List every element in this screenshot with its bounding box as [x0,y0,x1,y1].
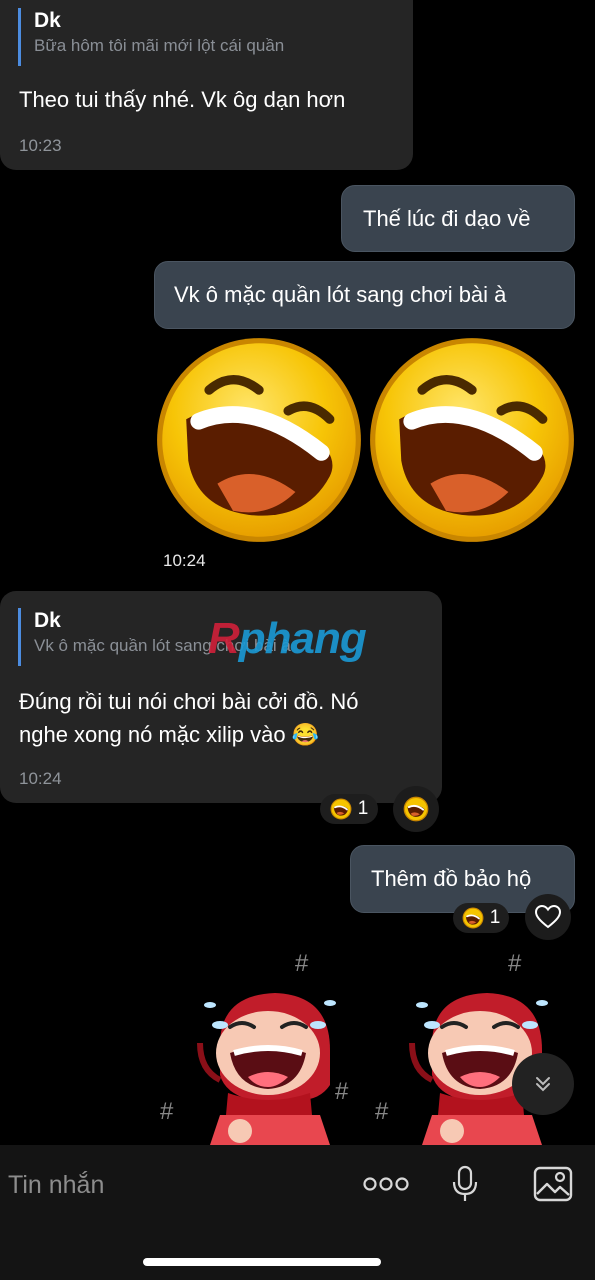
heart-react-button[interactable] [525,894,571,940]
laughing-emoji-icon [330,798,352,820]
message-text: Thế lúc đi dạo về [363,205,531,231]
message-text: Vk ô mặc quần lót sang chơi bài à [174,282,507,307]
message-time: 10:24 [19,769,62,788]
laughing-emoji-icon [368,336,576,544]
home-indicator [143,1258,381,1266]
heart-icon [535,905,561,929]
hash-doodle: # [160,1098,174,1125]
laughing-girl-sticker [180,975,360,1145]
add-reaction-button[interactable] [393,786,439,832]
chevron-double-down-icon [536,1077,550,1092]
reply-quote-text: Bữa hôm tôi mãi mới lột cái quần [34,36,285,55]
sticker-message[interactable]: # # # # # [160,950,580,1145]
laughing-emoji-icon [155,336,363,544]
watermark-logo: Rphang [208,614,367,663]
microphone-icon[interactable] [452,1165,478,1203]
message-bubble-outgoing[interactable]: Vk ô mặc quần lót sang chơi bài à [154,261,575,329]
more-dots-icon[interactable] [363,1176,409,1192]
message-bubble-outgoing[interactable]: Thế lúc đi dạo về [341,185,575,252]
laughing-emoji-icon [403,796,429,822]
hash-doodle: # [375,1098,389,1125]
message-text: Thêm đồ bảo hộ [371,866,532,891]
image-gallery-icon[interactable] [533,1166,573,1202]
message-input[interactable]: Tin nhắn [8,1171,104,1200]
reply-quote[interactable]: Dk Bữa hôm tôi mãi mới lột cái quần [18,8,284,66]
reaction-count: 1 [357,798,369,819]
reply-quote-name: Dk [34,9,61,32]
message-text-line-2: nghe xong nó mặc xilip vào 😂 [19,722,320,747]
scroll-down-button[interactable] [512,1053,574,1115]
message-bubble-incoming[interactable]: Dk Bữa hôm tôi mãi mới lột cái quần Theo… [0,0,413,170]
hash-doodle: # [295,950,309,977]
message-time: 10:23 [19,136,62,155]
message-composer: Tin nhắn [0,1145,595,1280]
hash-doodle: # [508,950,522,977]
message-text: Theo tui thấy nhé. Vk ôg dạn hơn [19,87,346,112]
message-time: 10:24 [163,551,206,570]
message-text-line-1: Đúng rồi tui nói chơi bài cởi đồ. Nó [19,689,359,714]
laughing-emoji-icon [462,907,484,929]
sticker-message[interactable] [155,336,577,544]
reaction-pill[interactable]: 1 [320,794,378,824]
reaction-count: 1 [489,907,501,928]
reaction-pill[interactable]: 1 [453,903,509,933]
